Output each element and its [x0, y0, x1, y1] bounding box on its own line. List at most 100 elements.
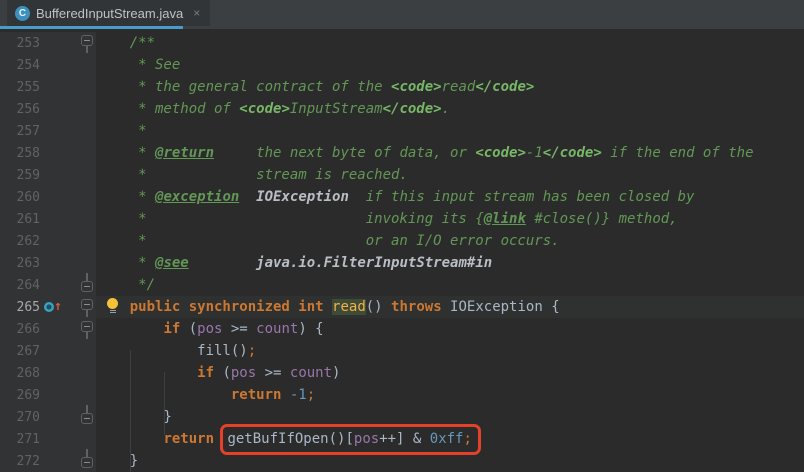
fold-marker[interactable] — [81, 449, 93, 468]
code-token: IOException { — [441, 299, 560, 315]
overrides-method-icon[interactable]: ↑ — [44, 300, 62, 313]
line-number[interactable]: 259 — [0, 168, 40, 183]
code-token: @return — [155, 145, 215, 161]
gutter-cell: 271 — [0, 428, 96, 450]
fold-marker[interactable] — [81, 273, 93, 292]
code-line[interactable]: * the general contract of the <code>read… — [96, 76, 804, 98]
line-number[interactable]: 272 — [0, 454, 40, 469]
line-number[interactable]: 265 — [0, 300, 40, 315]
editor-row: 260 * @exception IOException if this inp… — [0, 186, 804, 208]
editor-tab[interactable]: C BufferedInputStream.java × — [7, 0, 211, 26]
gutter-cell: 253 — [0, 32, 96, 54]
code-token: * or an I/O error occurs. — [96, 233, 560, 249]
code-token: @exception — [155, 189, 240, 205]
line-number[interactable]: 269 — [0, 388, 40, 403]
code-line[interactable]: * invoking its {@link #close()} method, — [96, 208, 804, 230]
gutter-cell: 262 — [0, 230, 96, 252]
code-line[interactable]: * — [96, 120, 804, 142]
line-number[interactable]: 254 — [0, 58, 40, 73]
code-token: ( — [180, 321, 198, 337]
code-token: } — [96, 453, 139, 469]
code-token: */ — [96, 277, 156, 293]
fold-slot — [81, 208, 94, 230]
fold-slot — [81, 340, 94, 362]
fold-slot — [81, 230, 94, 252]
gutter-cell: 266 — [0, 318, 96, 340]
code-line[interactable]: * See — [96, 54, 804, 76]
intention-bulb-icon[interactable] — [106, 298, 119, 315]
line-number[interactable]: 261 — [0, 212, 40, 227]
line-number[interactable]: 255 — [0, 80, 40, 95]
code-line[interactable]: * stream is reached. — [96, 164, 804, 186]
fold-marker[interactable] — [81, 299, 93, 317]
code-token: () — [365, 299, 392, 315]
line-number[interactable]: 257 — [0, 124, 40, 139]
code-token: InputStream — [289, 101, 383, 117]
code-line[interactable]: * @exception IOException if this input s… — [96, 186, 804, 208]
line-number[interactable]: 266 — [0, 322, 40, 337]
code-token: -1 — [289, 387, 307, 403]
code-line[interactable]: fill(); — [96, 340, 804, 362]
gutter-cell: 256 — [0, 98, 96, 120]
line-number[interactable]: 253 — [0, 36, 40, 51]
code-line[interactable]: * or an I/O error occurs. — [96, 230, 804, 252]
code-token: 0xff — [429, 431, 464, 447]
code-line[interactable]: public synchronized int read() throws IO… — [96, 296, 804, 318]
code-token: return — [163, 431, 215, 447]
code-token: * — [96, 145, 156, 161]
fold-slot — [81, 76, 94, 98]
code-line[interactable]: * @see java.io.FilterInputStream#in — [96, 252, 804, 274]
code-line[interactable]: */ — [96, 274, 804, 296]
line-number[interactable]: 260 — [0, 190, 40, 205]
fold-marker[interactable] — [81, 321, 93, 339]
editor-row: 268 if (pos >= count) — [0, 362, 804, 384]
editor-row: 254 * See — [0, 54, 804, 76]
code-editor: 253 /** 254 * See 255 * the general contra… — [0, 29, 804, 472]
gutter-cell: 270 — [0, 405, 96, 428]
gutter-cell: 272 — [0, 449, 96, 472]
editor-row: 255 * the general contract of the <code>… — [0, 76, 804, 98]
fold-slot — [81, 362, 94, 384]
line-number[interactable]: 271 — [0, 432, 40, 447]
fold-marker[interactable] — [81, 405, 93, 424]
line-number[interactable]: 264 — [0, 278, 40, 293]
line-number[interactable]: 258 — [0, 146, 40, 161]
line-number[interactable]: 270 — [0, 410, 40, 425]
code-token: @link — [483, 211, 526, 227]
code-token: if — [163, 321, 181, 337]
editor-row: 256 * method of <code>InputStream</code>… — [0, 98, 804, 120]
code-token: -1 — [525, 145, 543, 161]
code-line[interactable]: * method of <code>InputStream</code>. — [96, 98, 804, 120]
editor-row: 265 ↑ public synchronized int read() thro… — [0, 296, 804, 318]
code-token: * — [96, 123, 147, 139]
code-line[interactable]: return -1; — [96, 384, 804, 406]
editor-row: 261 * invoking its {@link #close()} meth… — [0, 208, 804, 230]
code-line[interactable]: if (pos >= count) { — [96, 318, 804, 340]
gutter-cell: 258 — [0, 142, 96, 164]
line-number[interactable]: 262 — [0, 234, 40, 249]
code-line[interactable]: } — [96, 450, 804, 472]
code-token: /** — [96, 35, 156, 51]
fold-slot — [81, 164, 94, 186]
code-line[interactable]: /** — [96, 32, 804, 54]
line-number[interactable]: 256 — [0, 102, 40, 117]
line-number[interactable]: 263 — [0, 256, 40, 271]
tab-close-icon[interactable]: × — [193, 6, 200, 20]
code-line[interactable]: * @return the next byte of data, or <cod… — [96, 142, 804, 164]
fold-marker[interactable] — [81, 35, 93, 53]
editor-row: 253 /** — [0, 32, 804, 54]
code-token: if this input stream has been closed by — [348, 189, 695, 205]
code-token: ) { — [298, 321, 324, 337]
code-line[interactable]: if (pos >= count) — [96, 362, 804, 384]
code-token: if — [197, 365, 215, 381]
code-token: <code> — [391, 79, 442, 95]
code-token: pos — [230, 365, 257, 381]
line-number[interactable]: 267 — [0, 344, 40, 359]
code-line[interactable]: return getBufIfOpen()[pos++] & 0xff; — [96, 424, 804, 455]
code-token: ; — [247, 343, 257, 359]
code-token: * the general contract of the — [96, 79, 392, 95]
line-number[interactable]: 268 — [0, 366, 40, 381]
editor-row: 257 * — [0, 120, 804, 142]
code-token: @see — [155, 255, 189, 271]
